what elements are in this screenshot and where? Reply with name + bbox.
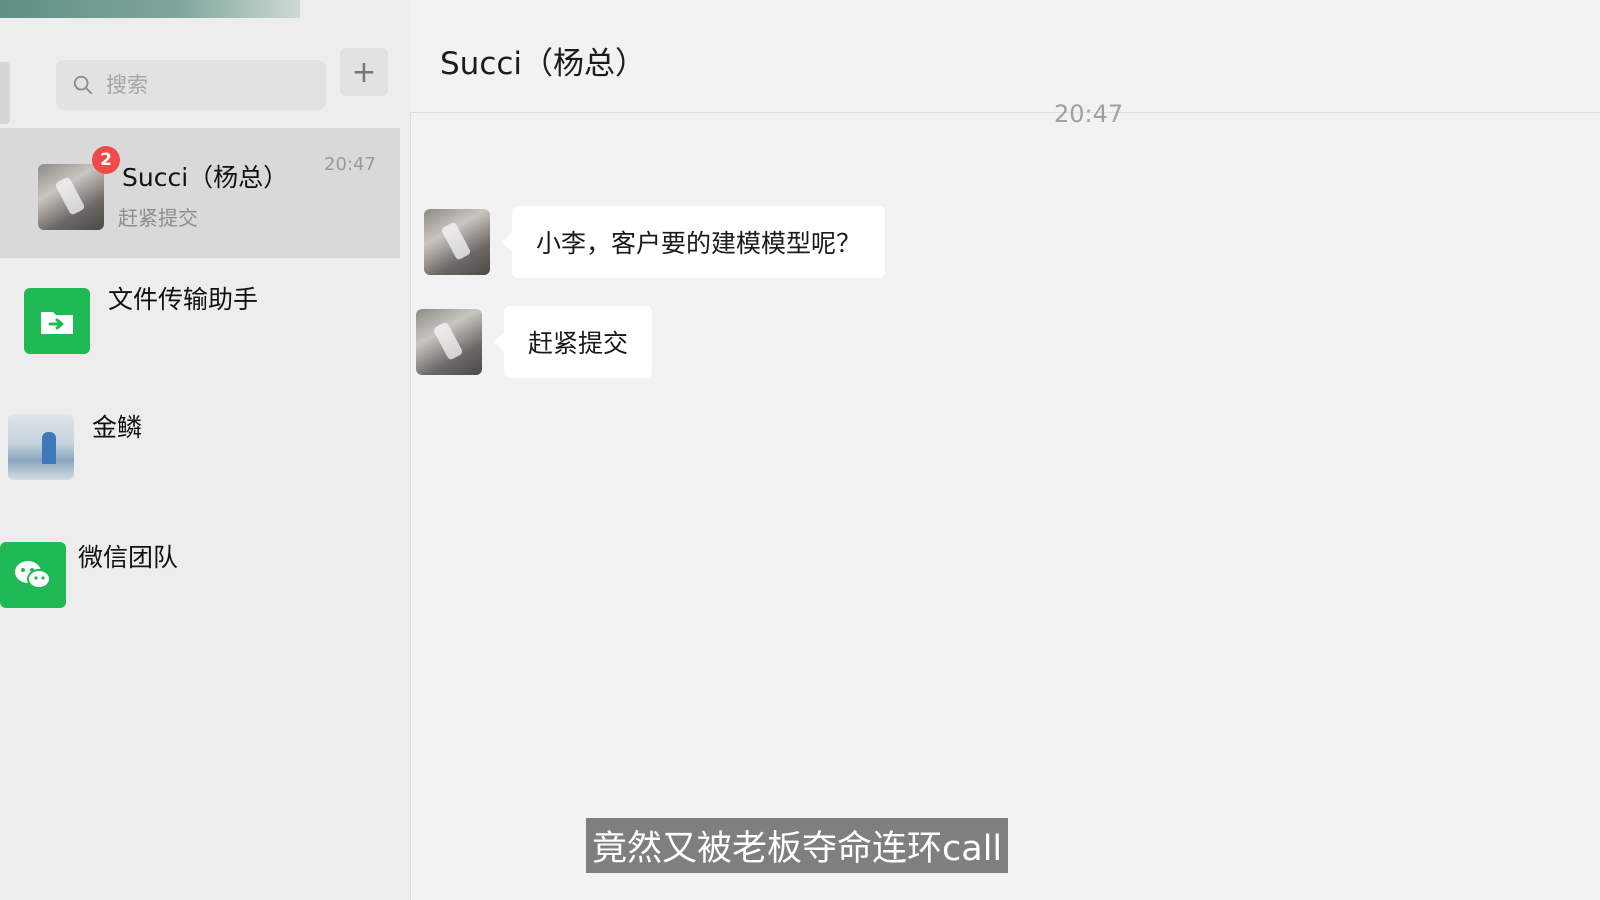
chat-name: 文件传输助手 xyxy=(108,285,259,314)
unread-badge: 2 xyxy=(92,146,120,174)
chat-item-file-transfer[interactable]: 文件传输助手 xyxy=(0,258,400,388)
chat-name: 金鳞 xyxy=(92,413,143,442)
sender-avatar[interactable] xyxy=(424,209,490,275)
message-bubble[interactable]: 赶紧提交 xyxy=(493,306,653,378)
wechat-bubbles-icon xyxy=(15,561,51,589)
conversation-title: Succi（杨总） xyxy=(440,46,647,82)
search-icon xyxy=(73,75,93,95)
avatar xyxy=(8,414,74,480)
chat-item-succi[interactable]: 2 Succi（杨总） 赶紧提交 20:47 xyxy=(0,128,400,258)
message-row: 赶紧提交 xyxy=(416,306,653,378)
chat-header: Succi（杨总） xyxy=(410,0,1600,113)
wechat-icon xyxy=(0,542,66,608)
chat-name: 微信团队 xyxy=(78,543,179,572)
search-input[interactable] xyxy=(104,72,308,98)
message-bubble[interactable]: 小李，客户要的建模模型呢？ xyxy=(501,206,886,278)
file-transfer-icon xyxy=(24,288,90,354)
search-box[interactable] xyxy=(56,60,326,110)
chat-item-jinlin[interactable]: 金鳞 xyxy=(0,388,400,518)
avatar xyxy=(38,164,104,230)
add-chat-button[interactable]: + xyxy=(340,48,388,96)
message-row: 小李，客户要的建模模型呢？ xyxy=(424,206,886,278)
chat-name: Succi（杨总） xyxy=(122,163,289,192)
chat-time: 20:47 xyxy=(324,154,376,175)
sender-avatar[interactable] xyxy=(416,309,482,375)
window-top-strip xyxy=(0,0,300,18)
message-timestamp: 20:47 xyxy=(1054,100,1124,128)
nav-bar-edge xyxy=(0,62,10,124)
chat-item-wechat-team[interactable]: 微信团队 xyxy=(0,518,400,648)
video-subtitle: 竟然又被老板夺命连环call xyxy=(586,818,1009,873)
chat-preview: 赶紧提交 xyxy=(118,206,198,230)
chat-sidebar: + 2 Succi（杨总） 赶紧提交 20:47 文件传输助手 金鳞 xyxy=(0,0,411,900)
folder-arrow-icon xyxy=(41,312,73,334)
